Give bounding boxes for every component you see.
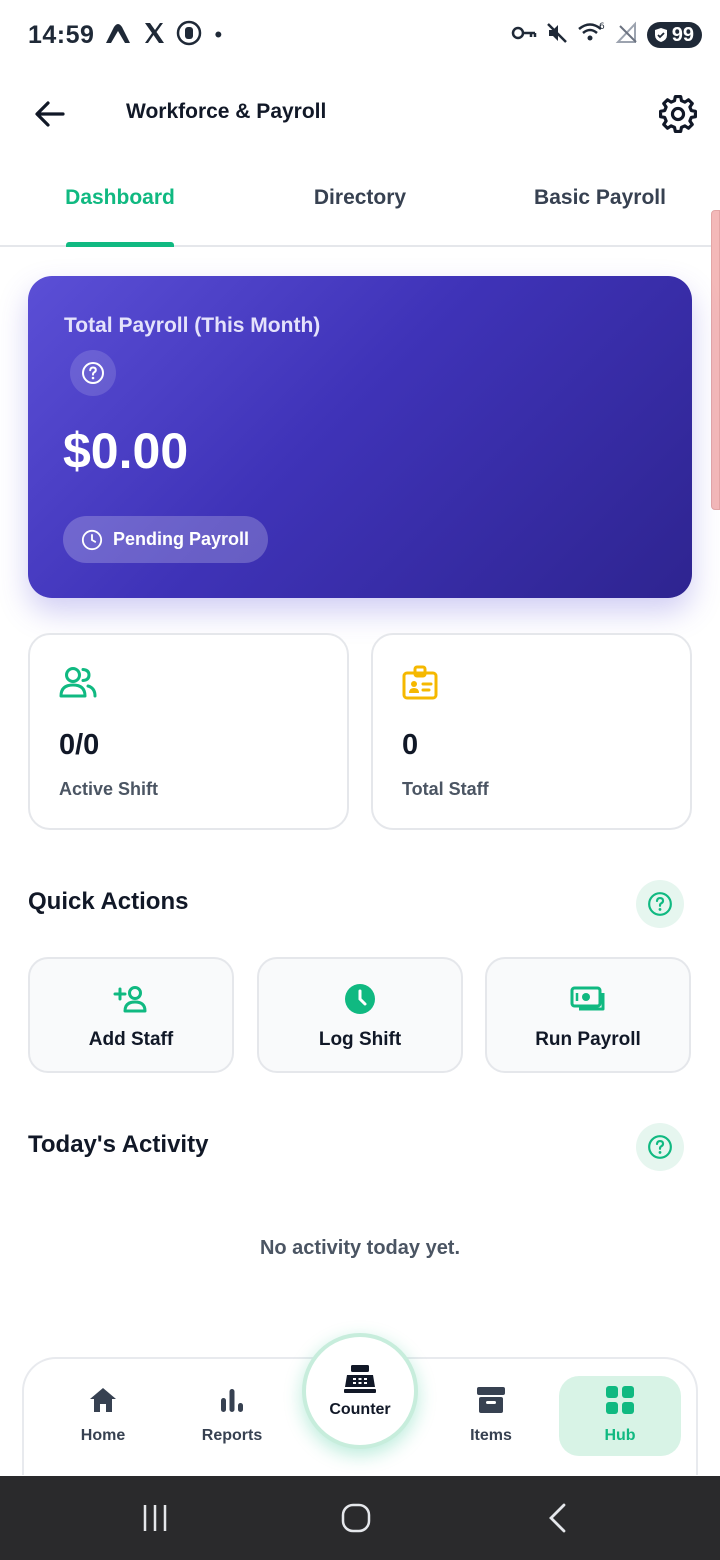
tab-directory[interactable]: Directory — [240, 186, 480, 210]
nav-hub[interactable]: Hub — [560, 1383, 680, 1445]
grid-icon — [560, 1383, 680, 1417]
status-left: 14:59 • — [28, 20, 222, 51]
status-right: 6 99 — [511, 20, 702, 50]
active-shift-card[interactable]: 0/0 Active Shift — [28, 633, 349, 830]
nav-home[interactable]: Home — [43, 1383, 163, 1445]
notification-dot: • — [214, 22, 223, 47]
tab-dashboard[interactable]: Dashboard — [0, 186, 240, 210]
total-staff-label: Total Staff — [402, 779, 489, 799]
run-payroll-button[interactable]: Run Payroll — [485, 957, 691, 1073]
recent-apps-button[interactable] — [125, 1498, 185, 1538]
nav-home-label: Home — [80, 1427, 126, 1444]
scrollbar[interactable] — [711, 210, 720, 510]
nav-counter-label: Counter — [329, 1401, 391, 1418]
user-plus-icon — [113, 983, 149, 1015]
nav-reports[interactable]: Reports — [172, 1383, 292, 1445]
recorder-icon — [176, 20, 202, 51]
tab-bar: Dashboard Directory Basic Payroll — [0, 160, 720, 247]
arrow-left-icon — [35, 101, 65, 127]
battery-level: 99 — [671, 23, 694, 46]
battery-icon: 99 — [646, 22, 702, 48]
log-shift-button[interactable]: Log Shift — [257, 957, 463, 1073]
active-shift-value: 0/0 — [59, 729, 100, 761]
archive-box-icon — [431, 1383, 551, 1417]
nav-items[interactable]: Items — [431, 1383, 551, 1445]
back-button[interactable] — [28, 92, 72, 136]
nav-reports-label: Reports — [201, 1427, 263, 1444]
total-payroll-card: Total Payroll (This Month) $0.00 Pending… — [28, 276, 692, 598]
activity-help-button[interactable] — [636, 1123, 684, 1171]
id-badge-icon — [401, 665, 441, 705]
help-circle-icon — [648, 892, 672, 916]
add-staff-label: Add Staff — [88, 1029, 174, 1050]
total-staff-value: 0 — [402, 729, 419, 761]
no-signal-icon — [615, 20, 639, 50]
chevron-left-icon — [549, 1503, 566, 1533]
users-icon — [58, 665, 98, 705]
nav-counter-button[interactable]: Counter — [302, 1333, 418, 1449]
empty-activity-message: No activity today yet. — [259, 1237, 461, 1259]
svg-text:6: 6 — [599, 22, 605, 32]
system-nav-bar — [0, 1476, 720, 1560]
nav-hub-label: Hub — [604, 1427, 636, 1444]
quick-actions-title: Quick Actions — [28, 888, 189, 915]
recent-apps-icon — [143, 1505, 167, 1531]
active-shift-label: Active Shift — [59, 779, 159, 799]
bar-chart-icon — [172, 1383, 292, 1417]
gear-icon — [659, 95, 697, 133]
log-shift-label: Log Shift — [318, 1029, 402, 1050]
help-circle-icon — [648, 1135, 672, 1159]
clock-icon — [81, 529, 103, 550]
clock-filled-icon — [342, 983, 378, 1015]
home-icon — [43, 1383, 163, 1417]
run-payroll-label: Run Payroll — [535, 1029, 641, 1050]
payroll-help-button[interactable] — [70, 350, 116, 396]
app-bar: Workforce & Payroll — [0, 70, 720, 158]
nav-items-label: Items — [470, 1427, 512, 1444]
settings-button[interactable] — [654, 92, 702, 136]
quick-actions-help-button[interactable] — [636, 880, 684, 928]
home-circle-icon — [341, 1503, 371, 1533]
total-payroll-amount: $0.00 — [63, 423, 189, 479]
active-tab-indicator — [66, 242, 174, 247]
home-system-button[interactable] — [326, 1498, 386, 1538]
wifi-icon: 6 — [577, 21, 607, 50]
cash-register-icon — [344, 1365, 376, 1393]
page-title: Workforce & Payroll — [126, 100, 327, 123]
pending-payroll-label: Pending Payroll — [113, 529, 250, 549]
x-app-icon — [142, 21, 166, 50]
total-payroll-label: Total Payroll (This Month) — [64, 314, 321, 337]
back-system-button[interactable] — [528, 1498, 588, 1538]
todays-activity-title: Today's Activity — [28, 1131, 209, 1158]
mute-icon — [545, 21, 569, 50]
mountain-app-icon — [104, 21, 132, 50]
status-bar: 14:59 • 6 99 — [0, 0, 720, 70]
status-time: 14:59 — [28, 20, 95, 49]
pending-payroll-badge[interactable]: Pending Payroll — [63, 516, 269, 563]
add-staff-button[interactable]: Add Staff — [28, 957, 234, 1073]
key-icon — [511, 25, 537, 46]
banknote-icon — [570, 983, 606, 1015]
total-staff-card[interactable]: 0 Total Staff — [371, 633, 692, 830]
help-circle-icon — [82, 362, 104, 384]
tab-basic-payroll[interactable]: Basic Payroll — [480, 186, 720, 210]
